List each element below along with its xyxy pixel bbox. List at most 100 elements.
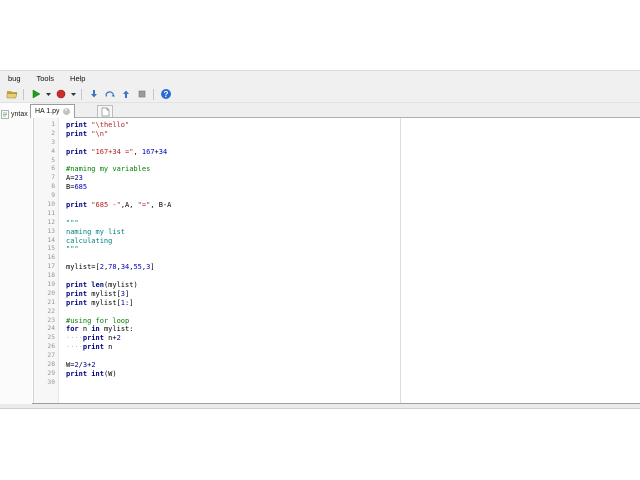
record-dropdown-button[interactable] — [69, 87, 77, 101]
code-text: print len(mylist) — [66, 281, 138, 290]
step-out-icon — [122, 90, 129, 98]
line-number: 30 — [47, 378, 55, 386]
code-line: 20 print mylist[3] — [34, 290, 640, 299]
menu-item-help[interactable]: Help — [62, 71, 93, 86]
code-line: 16 — [34, 254, 640, 263]
code-text: print mylist[3] — [66, 289, 130, 298]
close-icon[interactable]: × — [62, 108, 70, 115]
code-text: ····print n — [66, 343, 113, 352]
code-line: 18 — [34, 272, 640, 281]
code-editor[interactable]: 1 print "\thello" 2 print "\n" 3 4 print "167+… — [33, 118, 640, 403]
line-number: 16 — [47, 254, 55, 262]
run-button[interactable] — [28, 87, 43, 101]
run-dropdown-icon — [45, 93, 51, 96]
code-text: print "167+34 =", 167+34 — [66, 147, 168, 156]
tab-new-file[interactable] — [97, 105, 113, 117]
code-line: 21 print mylist[1:] — [34, 299, 640, 308]
line-number: 27 — [47, 352, 55, 360]
line-number: 5 — [51, 156, 55, 164]
run-dropdown-button[interactable] — [44, 87, 52, 101]
open-file-icon — [6, 91, 17, 99]
tab-bar: HA 1.py × — [0, 103, 640, 118]
line-number: 2 — [51, 129, 55, 137]
step-into-button[interactable] — [86, 87, 101, 101]
code-text: A=23 — [66, 174, 83, 183]
left-panel-label: yntax — [11, 111, 28, 118]
line-number: 7 — [51, 174, 55, 182]
code-line: 23 #using for loop — [34, 317, 640, 326]
line-number: 20 — [47, 289, 55, 297]
code-line: 17 mylist=[2,78,34,55,3] — [34, 263, 640, 272]
line-number: 10 — [47, 201, 55, 209]
menu-item-bug[interactable]: bug — [0, 71, 29, 86]
code-text: naming my list — [66, 227, 126, 236]
line-number: 28 — [47, 361, 55, 369]
line-number: 29 — [47, 369, 55, 377]
code-line: 14 calculating — [34, 237, 640, 246]
code-text: print "685 -",A, "=", B-A — [66, 201, 172, 210]
code-line: 12 """ — [34, 219, 640, 228]
stop-button[interactable] — [134, 87, 149, 101]
menu-item-tools[interactable]: Tools — [29, 71, 63, 86]
left-panel-header[interactable]: yntax — [0, 103, 32, 119]
open-file-button[interactable] — [4, 87, 19, 101]
code-text: mylist=[2,78,34,55,3] — [66, 263, 155, 272]
line-number: 12 — [47, 218, 55, 226]
code-line: 7 A=23 — [34, 174, 640, 183]
help-icon: ? — [160, 89, 171, 99]
code-text: print "\thello" — [66, 121, 130, 129]
code-line: 10 print "685 -",A, "=", B-A — [34, 201, 640, 210]
help-button[interactable]: ? — [158, 87, 173, 101]
code-text: print mylist[1:] — [66, 298, 134, 307]
code-line: 29 print int(W) — [34, 370, 640, 379]
menu-bar: bug Tools Help — [0, 70, 640, 86]
record-icon — [56, 89, 65, 99]
run-icon — [32, 89, 41, 99]
code-text: print int(W) — [66, 369, 117, 378]
panel-icon — [1, 110, 9, 119]
line-number: 4 — [51, 147, 55, 155]
code-text: calculating — [66, 236, 113, 245]
tab-ha1py[interactable]: HA 1.py × — [30, 104, 75, 118]
code-line: 1 print "\thello" — [34, 121, 640, 130]
code-line: 26 ····print n — [34, 343, 640, 352]
line-number: 15 — [47, 245, 55, 253]
line-number: 14 — [47, 236, 55, 244]
code-text: """ — [66, 218, 79, 227]
code-text: W=2/3+2 — [66, 361, 96, 370]
code-line: 27 — [34, 352, 640, 361]
code-line: 22 — [34, 308, 640, 317]
line-number: 6 — [51, 165, 55, 173]
line-number: 9 — [51, 192, 55, 200]
line-number: 24 — [47, 325, 55, 333]
code-line: 9 — [34, 192, 640, 201]
code-text: #naming my variables — [66, 165, 151, 174]
code-line: 13 naming my list — [34, 228, 640, 237]
toolbar: ? — [0, 86, 640, 103]
step-over-icon — [104, 91, 115, 97]
record-dropdown-icon — [70, 93, 76, 96]
code-line: 8 B=685 — [34, 183, 640, 192]
step-out-button[interactable] — [118, 87, 133, 101]
code-line: 19 print len(mylist) — [34, 281, 640, 290]
code-line: 6 #naming my variables — [34, 165, 640, 174]
tab-label: HA 1.py — [35, 108, 60, 115]
line-number: 19 — [47, 281, 55, 289]
horizontal-scrollbar[interactable] — [0, 403, 640, 409]
record-button[interactable] — [53, 87, 68, 101]
step-over-button[interactable] — [102, 87, 117, 101]
code-line: 11 — [34, 210, 640, 219]
line-number: 1 — [51, 121, 55, 128]
svg-text:?: ? — [163, 90, 168, 99]
line-number: 8 — [51, 183, 55, 191]
line-number: 3 — [51, 138, 55, 146]
toolbar-separator — [153, 88, 154, 100]
code-line: 5 — [34, 157, 640, 166]
line-number: 21 — [47, 298, 55, 306]
